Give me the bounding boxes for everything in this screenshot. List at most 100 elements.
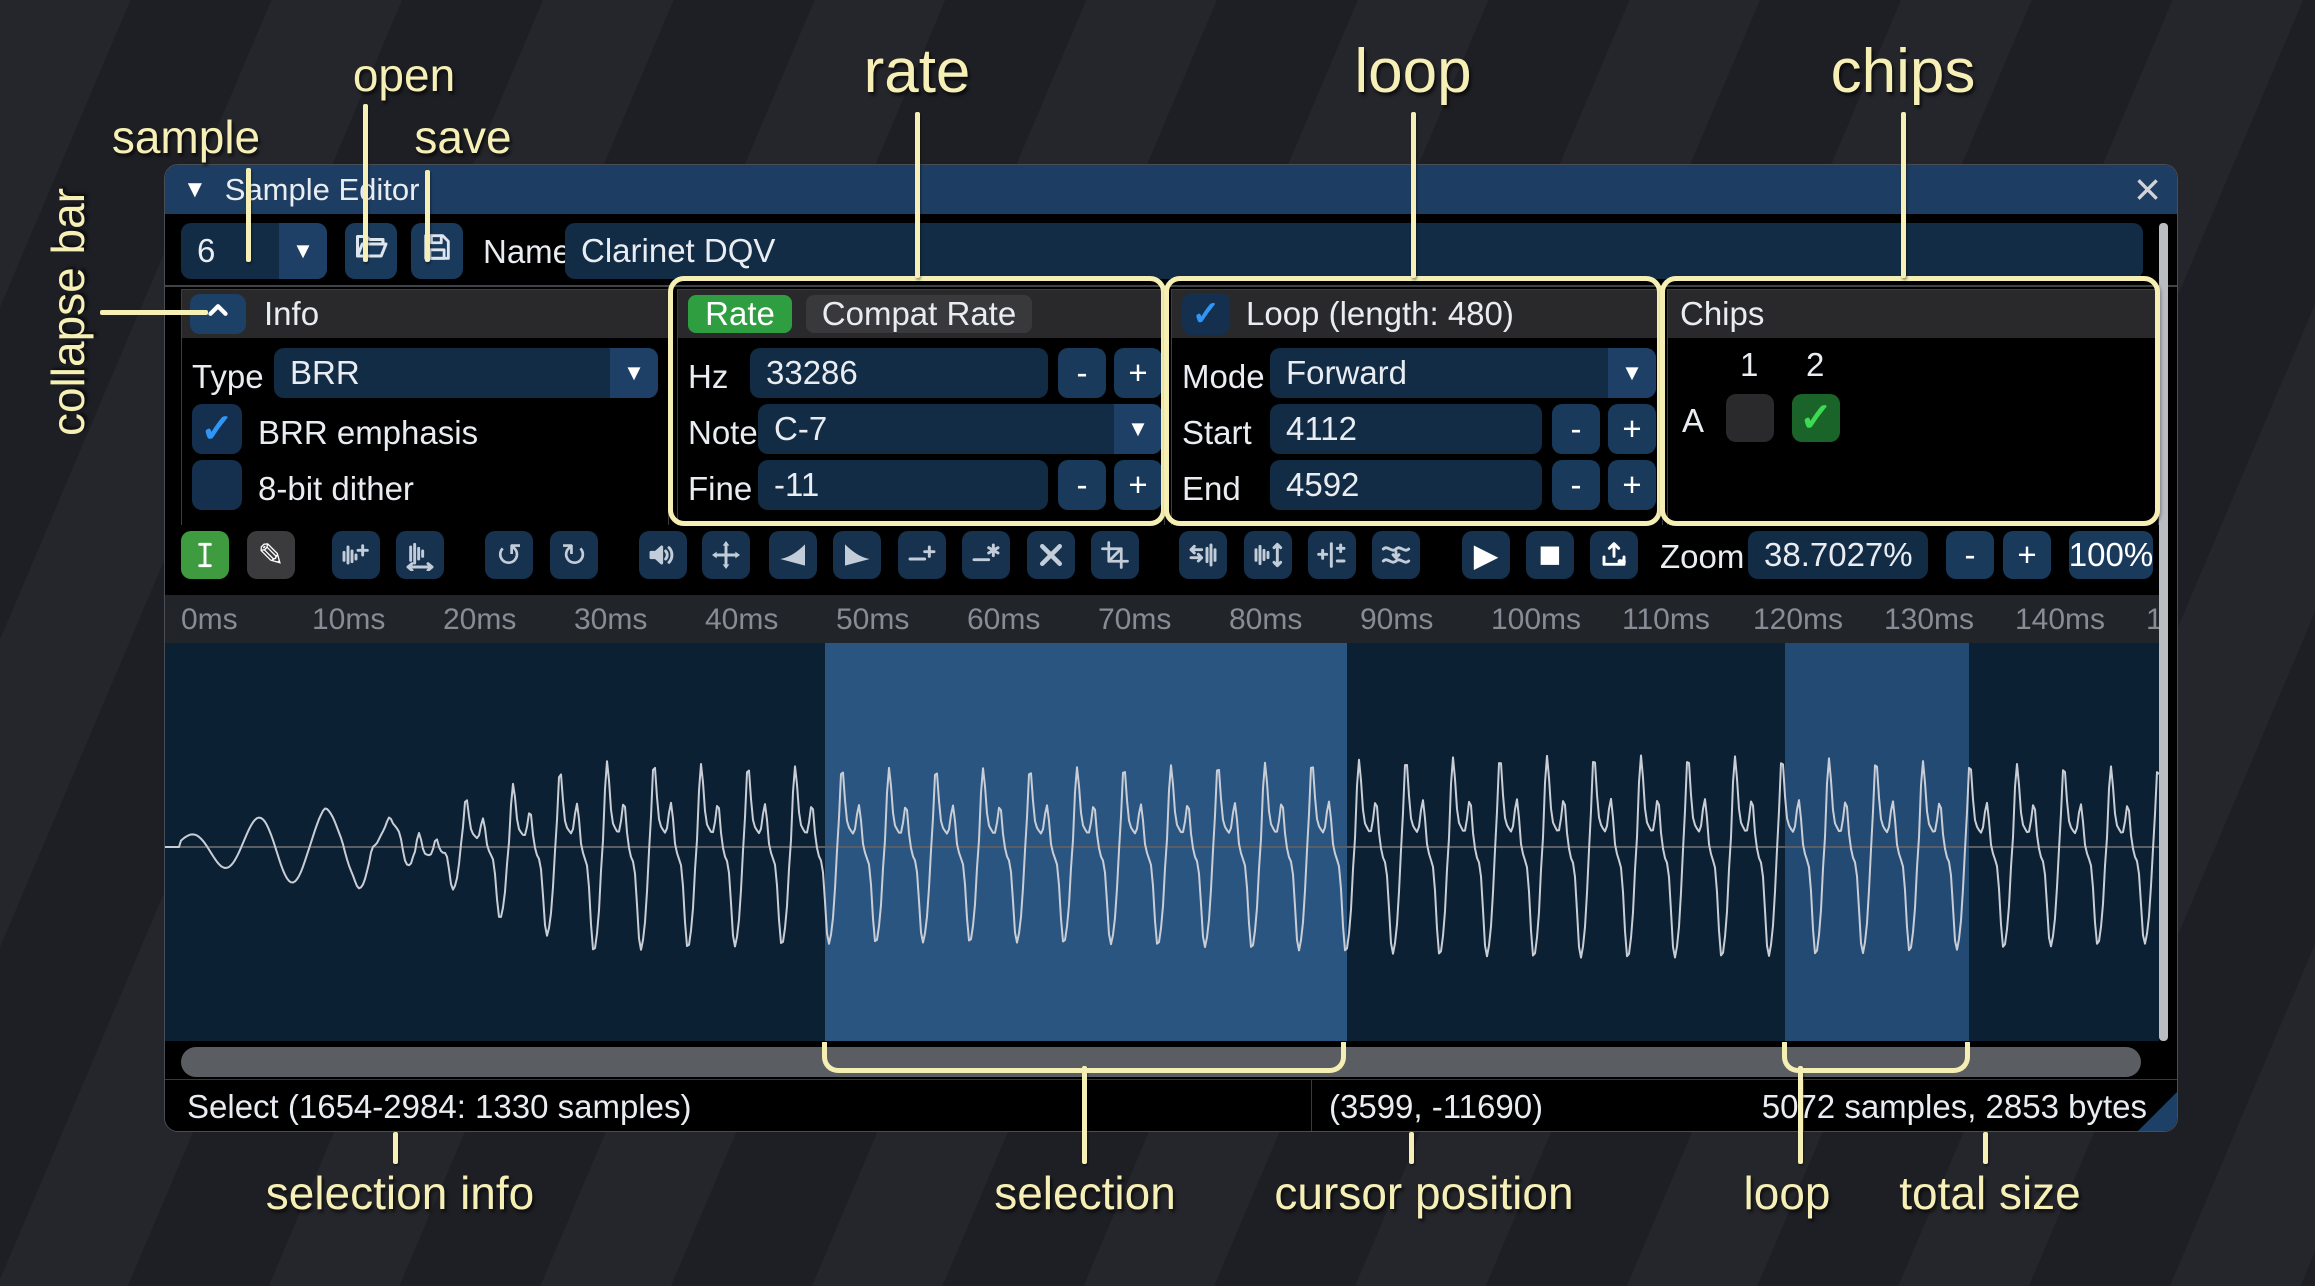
loop-enable-checkbox[interactable]: ✓ <box>1182 293 1230 335</box>
resize-grip[interactable] <box>2137 1092 2177 1132</box>
fine-input[interactable]: -11 <box>758 460 1048 510</box>
ruler-label: 130ms <box>1884 603 1974 637</box>
reverse-button[interactable] <box>1179 531 1227 579</box>
annotation-selection-info: selection info <box>266 1166 535 1220</box>
zoom-reset-button[interactable]: 100% <box>2069 531 2153 579</box>
close-icon[interactable]: × <box>2134 164 2161 216</box>
loop-end-input[interactable]: 4592 <box>1270 460 1542 510</box>
stop-button[interactable]: ■ <box>1526 531 1574 579</box>
vertical-scrollbar[interactable] <box>2159 223 2168 1041</box>
ruler-label: 150ms <box>2146 603 2159 637</box>
insert-silence-button[interactable] <box>898 531 946 579</box>
hz-minus-button[interactable]: - <box>1058 348 1106 398</box>
title-bar[interactable]: ▼ Sample Editor × <box>165 165 2177 214</box>
stop-icon: ■ <box>1539 536 1562 574</box>
note-select[interactable]: C-7 ▼ <box>758 404 1162 454</box>
fine-label: Fine <box>688 470 752 508</box>
speaker-icon <box>647 539 679 571</box>
ruler-label: 100ms <box>1491 603 1581 637</box>
loop-end-minus-button[interactable]: - <box>1552 460 1600 510</box>
fine-plus-button[interactable]: + <box>1114 460 1162 510</box>
waveform-svg <box>165 643 2159 1041</box>
draw-mode-button[interactable]: ✎ <box>247 531 295 579</box>
loop-bracket <box>1782 1042 1970 1073</box>
annotation-chips: chips <box>1831 36 1976 107</box>
zoom-input[interactable]: 38.7027% <box>1748 531 1928 579</box>
chevron-down-icon[interactable]: ▼ <box>1608 348 1656 398</box>
annotation-rate: rate <box>864 36 971 107</box>
dither-checkbox[interactable]: ✓ <box>192 460 242 510</box>
trim-button[interactable] <box>1091 531 1139 579</box>
window-collapse-icon[interactable]: ▼ <box>183 176 207 204</box>
annotation-selection: selection <box>994 1166 1176 1220</box>
redo-button[interactable]: ↻ <box>550 531 598 579</box>
x-delete-icon <box>1036 540 1066 570</box>
selection-info-text: Select (1654-2984: 1330 samples) <box>187 1088 691 1126</box>
chevron-down-icon[interactable]: ▼ <box>610 348 658 398</box>
loop-mode-select[interactable]: Forward ▼ <box>1270 348 1656 398</box>
loop-region[interactable] <box>1785 643 1969 1041</box>
save-sample-button[interactable] <box>411 223 463 279</box>
status-bar: Select (1654-2984: 1330 samples) (3599, … <box>165 1079 2177 1132</box>
loop-header: ✓ Loop (length: 480) <box>1172 290 1662 338</box>
select-mode-button[interactable] <box>181 531 229 579</box>
loop-start-minus-button[interactable]: - <box>1552 404 1600 454</box>
resample-button[interactable] <box>332 531 380 579</box>
amplify-button[interactable] <box>639 531 687 579</box>
ruler-label: 70ms <box>1098 603 1171 637</box>
type-select[interactable]: BRR ▼ <box>274 348 658 398</box>
pencil-icon: ✎ <box>258 539 285 571</box>
rate-panel: Rate Compat Rate Hz 33286 - + Note C-7 ▼… <box>677 289 1165 527</box>
sample-name-input[interactable]: Clarinet DQV <box>565 223 2143 279</box>
chevron-down-icon[interactable]: ▼ <box>1114 404 1162 454</box>
silence-plus-icon <box>906 539 938 571</box>
compat-rate-tab-button[interactable]: Compat Rate <box>806 295 1032 333</box>
undo-button[interactable]: ↺ <box>485 531 533 579</box>
zoom-out-button[interactable]: - <box>1946 531 1994 579</box>
loop-start-plus-button[interactable]: + <box>1608 404 1656 454</box>
chip1-checkbox[interactable]: ✓ <box>1726 394 1774 442</box>
zoom-label: Zoom <box>1660 538 1744 576</box>
open-sample-button[interactable] <box>345 223 397 279</box>
signedness-button[interactable] <box>1308 531 1356 579</box>
stretch-button[interactable] <box>396 531 444 579</box>
resize-button[interactable] <box>702 531 750 579</box>
waveform-area[interactable] <box>165 643 2159 1041</box>
loop-end-value: 4592 <box>1270 466 1359 504</box>
hz-input[interactable]: 33286 <box>750 348 1048 398</box>
hz-plus-button[interactable]: + <box>1114 348 1162 398</box>
brr-emphasis-checkbox[interactable]: ✓ <box>192 404 242 454</box>
play-button[interactable]: ▶ <box>1462 531 1510 579</box>
preview-upload-button[interactable] <box>1590 531 1638 579</box>
toolbar: ✎ ↺ ↻ <box>165 525 2177 595</box>
loop-end-plus-button[interactable]: + <box>1608 460 1656 510</box>
ruler[interactable]: 0ms10ms20ms30ms40ms50ms60ms70ms80ms90ms1… <box>165 595 2159 643</box>
chip2-checkbox[interactable]: ✓ <box>1792 394 1840 442</box>
fine-minus-button[interactable]: - <box>1058 460 1106 510</box>
annotation-loop-bottom: loop <box>1744 1166 1831 1220</box>
annotation-line-total-size <box>1983 1132 1988 1164</box>
ibeam-cursor-icon <box>189 539 221 571</box>
ruler-label: 0ms <box>181 603 238 637</box>
ruler-label: 40ms <box>705 603 778 637</box>
annotation-line-sample <box>246 168 251 262</box>
ruler-label: 10ms <box>312 603 385 637</box>
chevron-down-icon[interactable]: ▼ <box>279 223 327 279</box>
sample-name-value: Clarinet DQV <box>565 232 775 270</box>
apply-silence-button[interactable] <box>962 531 1010 579</box>
filter-button[interactable] <box>1372 531 1420 579</box>
sample-select[interactable]: 6 ▼ <box>181 223 327 279</box>
fade-out-button[interactable] <box>833 531 881 579</box>
fade-in-button[interactable] <box>769 531 817 579</box>
plus-minus-icon <box>1316 539 1348 571</box>
zoom-in-button[interactable]: + <box>2003 531 2051 579</box>
rate-tab-button[interactable]: Rate <box>688 295 792 333</box>
info-header: Info <box>182 290 668 338</box>
loop-start-input[interactable]: 4112 <box>1270 404 1542 454</box>
selection-region[interactable] <box>825 643 1347 1041</box>
type-label: Type <box>192 358 264 396</box>
invert-button[interactable] <box>1244 531 1292 579</box>
ruler-label: 90ms <box>1360 603 1433 637</box>
fade-out-icon <box>841 539 873 571</box>
delete-button[interactable] <box>1027 531 1075 579</box>
